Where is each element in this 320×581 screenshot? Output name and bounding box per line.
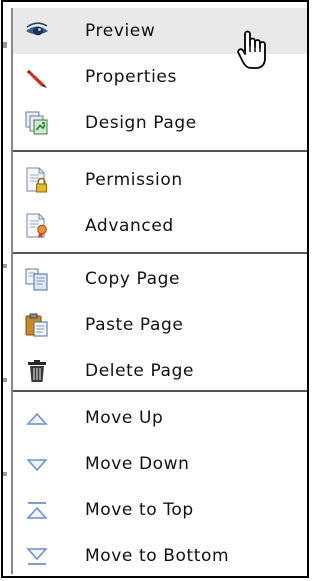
- background-mark: [3, 264, 7, 268]
- paste-icon: [24, 312, 50, 338]
- menu-item-move-to-top[interactable]: Move to Top: [13, 487, 307, 533]
- menu-item-delete-page[interactable]: Delete Page: [13, 348, 307, 394]
- menu-item-label: Advanced: [85, 216, 174, 236]
- menu-item-label: Move to Bottom: [85, 546, 230, 566]
- pencil-icon: [24, 64, 50, 90]
- menu-separator: [13, 390, 307, 392]
- menu-item-move-up[interactable]: Move Up: [13, 395, 307, 441]
- menu-item-label: Design Page: [85, 113, 197, 133]
- page-actions-menu: Preview Properties Design Page Permissio…: [11, 8, 307, 574]
- move-to-bottom-icon: [24, 543, 50, 569]
- menu-separator: [13, 150, 307, 152]
- menu-item-advanced[interactable]: Advanced: [13, 203, 307, 249]
- menu-item-move-to-bottom[interactable]: Move to Bottom: [13, 533, 307, 579]
- background-mark: [3, 472, 7, 476]
- eye-icon: [24, 18, 50, 44]
- menu-item-label: Delete Page: [85, 361, 195, 381]
- menu-item-move-down[interactable]: Move Down: [13, 441, 307, 487]
- permission-lock-icon: [24, 167, 50, 193]
- menu-item-copy-page[interactable]: Copy Page: [13, 256, 307, 302]
- menu-item-label: Copy Page: [85, 269, 181, 289]
- menu-item-permission[interactable]: Permission: [13, 157, 307, 203]
- context-menu-frame: Preview Properties Design Page Permissio…: [1, 0, 309, 578]
- move-up-icon: [24, 405, 50, 431]
- menu-item-label: Preview: [85, 21, 156, 41]
- advanced-ribbon-icon: [24, 213, 50, 239]
- hand-cursor-icon: [236, 29, 270, 75]
- menu-item-paste-page[interactable]: Paste Page: [13, 302, 307, 348]
- background-mark: [3, 378, 7, 382]
- menu-item-label: Move Down: [85, 454, 190, 474]
- menu-item-label: Move to Top: [85, 500, 194, 520]
- menu-item-label: Permission: [85, 170, 183, 190]
- copy-icon: [24, 266, 50, 292]
- trash-icon: [24, 358, 50, 384]
- menu-item-design-page[interactable]: Design Page: [13, 100, 307, 146]
- background-mark: [3, 42, 7, 48]
- menu-item-label: Paste Page: [85, 315, 184, 335]
- menu-separator: [13, 252, 307, 254]
- background-page-edge: [3, 2, 9, 576]
- menu-item-label: Move Up: [85, 408, 164, 428]
- move-down-icon: [24, 451, 50, 477]
- design-page-icon: [24, 110, 50, 136]
- menu-item-label: Properties: [85, 67, 177, 87]
- move-to-top-icon: [24, 497, 50, 523]
